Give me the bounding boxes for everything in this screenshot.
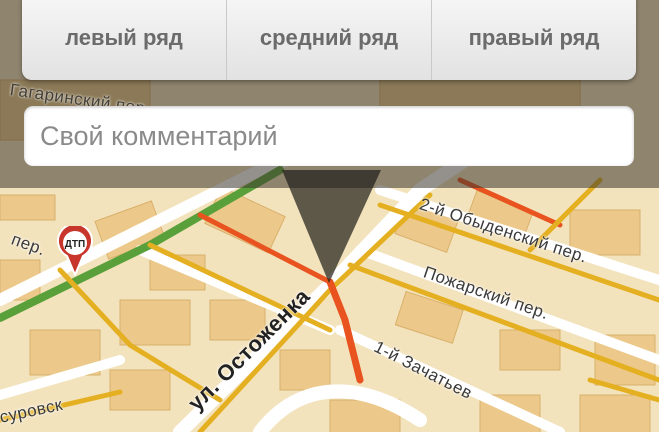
right-lane-button[interactable]: правый ряд [432,0,636,80]
lane-selector: левый ряд средний ряд правый ряд [22,0,636,80]
middle-lane-button[interactable]: средний ряд [227,0,432,80]
left-lane-button[interactable]: левый ряд [22,0,227,80]
comment-field[interactable] [24,106,634,166]
comment-input[interactable] [38,119,620,153]
